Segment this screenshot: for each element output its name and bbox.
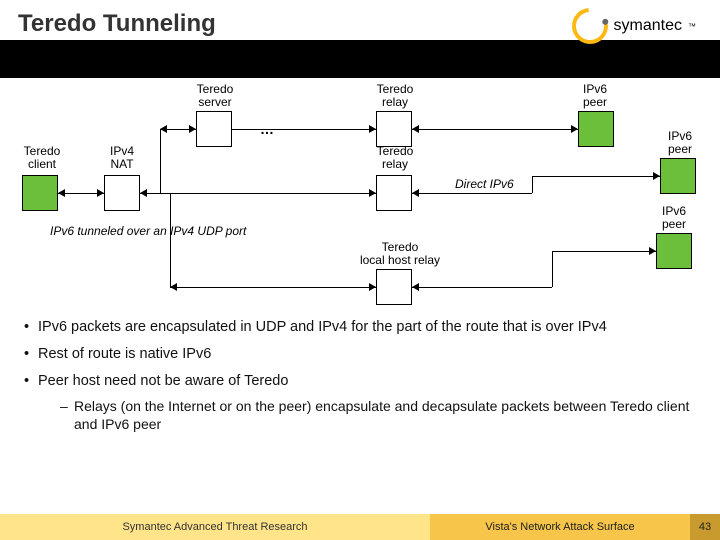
line-nat-up: [160, 129, 161, 193]
node-ipv6-peer-1: [578, 111, 614, 147]
arrowhead-icon: [571, 125, 578, 133]
footer-center: Vista's Network Attack Surface: [430, 514, 690, 540]
arrowhead-icon: [160, 125, 167, 133]
node-ipv6-peer-2: [660, 158, 696, 194]
label-teredo-relay-mid: Teredorelay: [370, 145, 420, 171]
arrowhead-icon: [369, 125, 376, 133]
label-teredo-server: Teredoserver: [190, 83, 240, 109]
line-to-localrelay: [170, 287, 376, 288]
node-teredo-server: [196, 111, 232, 147]
header-bar: [0, 40, 720, 78]
arrowhead-icon: [369, 189, 376, 197]
arrowhead-icon: [412, 283, 419, 291]
slide-footer: Symantec Advanced Threat Research Vista'…: [0, 514, 720, 540]
arrowhead-icon: [140, 189, 147, 197]
arrowhead-icon: [58, 189, 65, 197]
footer-page-number: 43: [690, 514, 720, 540]
line-midrelay-h: [412, 193, 532, 194]
bullet-item: Peer host need not be aware of Teredo Re…: [20, 372, 700, 433]
label-teredo-relay-top: Teredorelay: [370, 83, 420, 109]
label-teredo-client: Teredoclient: [14, 145, 70, 171]
node-teredo-local-relay: [376, 269, 412, 305]
line-local-v: [552, 251, 553, 287]
brand-name: symantec: [614, 17, 682, 35]
arrowhead-icon: [97, 189, 104, 197]
arrowhead-icon: [189, 125, 196, 133]
symantec-ring-icon: [564, 1, 615, 52]
label-ipv6-peer-1: IPv6peer: [575, 83, 615, 109]
line-local-peer3: [552, 251, 656, 252]
arrowhead-icon: [369, 283, 376, 291]
label-ipv6-peer-3: IPv6peer: [654, 205, 694, 231]
node-teredo-relay-mid: [376, 175, 412, 211]
node-teredo-client: [22, 175, 58, 211]
bullet-item: IPv6 packets are encapsulated in UDP and…: [20, 318, 700, 337]
arrowhead-icon: [653, 172, 660, 180]
line-midrelay-peer2: [532, 176, 660, 177]
network-diagram: Teredoclient IPv4NAT Teredoserver … Tere…: [20, 85, 700, 300]
slide-title: Teredo Tunneling: [18, 10, 216, 38]
brand-logo: symantec ™: [572, 8, 696, 44]
node-ipv4-nat: [104, 175, 140, 211]
node-ipv6-peer-3: [656, 233, 692, 269]
label-tunneled: IPv6 tunneled over an IPv4 UDP port: [50, 225, 310, 238]
slide-header: Teredo Tunneling symantec ™: [0, 0, 720, 78]
label-ipv6-peer-2: IPv6peer: [660, 130, 700, 156]
label-direct-ipv6: Direct IPv6: [455, 178, 545, 191]
line-nat-relay: [140, 193, 376, 194]
line-toprelay-peer1: [412, 129, 578, 130]
arrowhead-icon: [412, 189, 419, 197]
line-local-h: [412, 287, 552, 288]
node-teredo-relay-top: [376, 111, 412, 147]
line-nat-down: [170, 193, 171, 287]
sub-bullet-item: Relays (on the Internet or on the peer) …: [38, 397, 700, 433]
trademark-icon: ™: [688, 22, 696, 31]
arrowhead-icon: [412, 125, 419, 133]
bullet-text: Peer host need not be aware of Teredo: [38, 373, 288, 389]
bullet-item: Rest of route is native IPv6: [20, 345, 700, 364]
line-server-toprelay: [232, 129, 376, 130]
bullet-content: IPv6 packets are encapsulated in UDP and…: [20, 318, 700, 441]
label-ipv4-nat: IPv4NAT: [102, 145, 142, 171]
footer-left: Symantec Advanced Threat Research: [0, 514, 430, 540]
arrowhead-icon: [170, 283, 177, 291]
label-teredo-local-relay: Teredolocal host relay: [350, 241, 450, 267]
arrowhead-icon: [649, 247, 656, 255]
